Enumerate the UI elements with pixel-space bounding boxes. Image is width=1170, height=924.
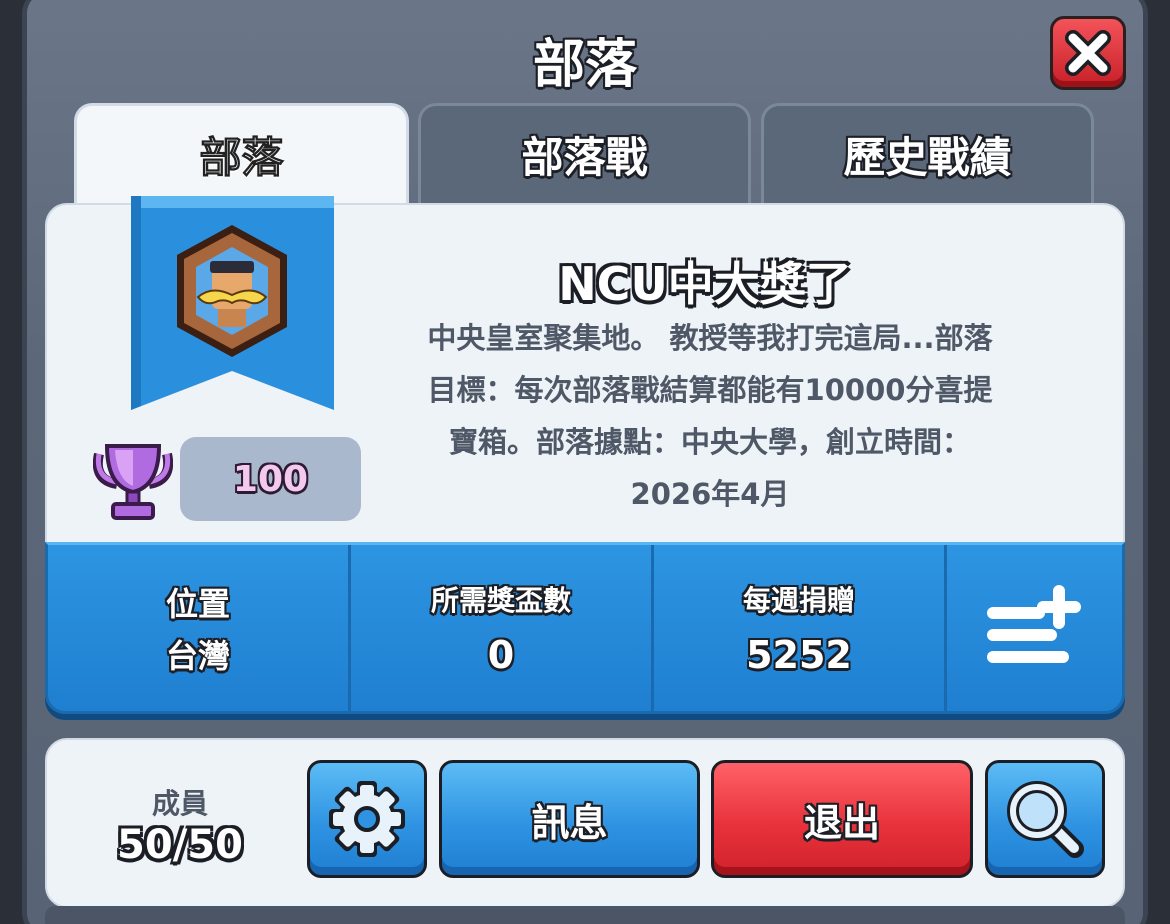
leave-button[interactable]: 退出: [711, 760, 973, 878]
clan-trophy-count: 100: [232, 458, 309, 500]
clan-description-line: 寶箱。部落據點：中央大學，創立時間：: [448, 425, 971, 459]
location-label: 位置: [165, 585, 230, 623]
tab-clan-war-label: 部落戰: [521, 133, 648, 182]
tab-clan-war[interactable]: 部落戰: [418, 103, 751, 203]
clan-description-line: 2026年4月: [630, 477, 790, 511]
dialog-title: 部落: [532, 35, 637, 95]
close-icon: [1065, 30, 1111, 76]
settings-button[interactable]: [307, 760, 427, 878]
trophy-icon: [93, 444, 173, 520]
weekly-donations-label: 每週捐贈: [742, 584, 855, 617]
list-add-icon: [986, 585, 1081, 663]
tab-clan[interactable]: 部落: [74, 103, 409, 203]
members-label: 成員: [151, 787, 208, 820]
required-trophies-label: 所需獎盃數: [430, 584, 571, 617]
tab-war-history-label: 歷史戰績: [843, 133, 1012, 182]
weekly-donations-stat: 每週捐贈 5252: [654, 545, 944, 711]
search-button[interactable]: [985, 760, 1105, 878]
search-icon: [1007, 781, 1084, 858]
members-count: 50/50: [117, 822, 243, 868]
clan-description-line: 中央皇室聚集地。 教授等我打完這局...部落: [427, 321, 993, 355]
bottom-edge: [45, 906, 1125, 924]
weekly-donations-value: 5252: [746, 633, 852, 677]
gear-icon: [329, 781, 405, 857]
clan-trophy-box: 100: [180, 437, 361, 521]
clan-description: 中央皇室聚集地。 教授等我打完這局...部落 目標：每次部落戰結算都能有1000…: [390, 312, 1030, 520]
clan-stats-bar: 位置 台灣 所需獎盃數 0 每週捐贈 5252: [45, 542, 1125, 714]
tab-war-history[interactable]: 歷史戰績: [761, 103, 1094, 203]
clan-name: NCU中大獎了: [558, 257, 852, 311]
message-button-label: 訊息: [531, 800, 608, 845]
clan-description-line: 目標：每次部落戰結算都能有10000分喜提: [427, 373, 993, 407]
tab-clan-label: 部落: [199, 133, 284, 183]
location-stat: 位置 台灣: [48, 545, 348, 711]
message-button[interactable]: 訊息: [439, 760, 700, 878]
clan-menu-button[interactable]: [947, 545, 1122, 711]
required-trophies-stat: 所需獎盃數 0: [351, 545, 651, 711]
close-button[interactable]: [1050, 16, 1126, 90]
clan-badge-banner: [131, 196, 334, 410]
required-trophies-value: 0: [487, 633, 515, 677]
location-value: 台灣: [165, 637, 230, 675]
leave-button-label: 退出: [803, 800, 880, 845]
